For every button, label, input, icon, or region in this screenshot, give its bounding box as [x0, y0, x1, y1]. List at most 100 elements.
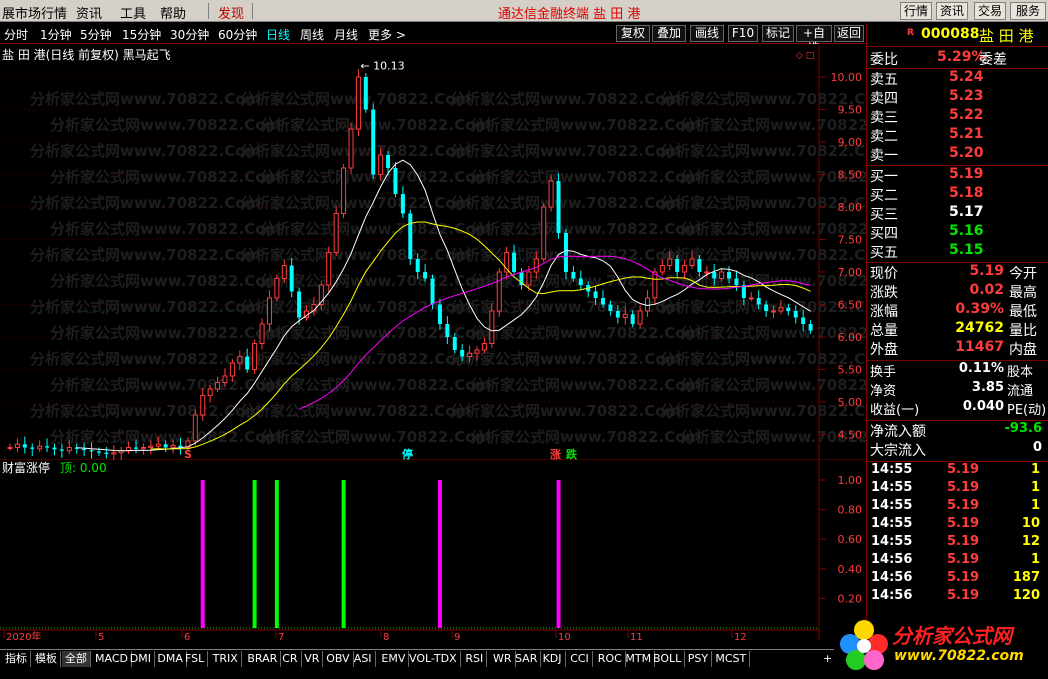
candle-body [237, 356, 243, 364]
adjust-button[interactable]: 复权 [616, 25, 650, 42]
candle-body [430, 278, 435, 305]
tab-fsl[interactable]: FSL [182, 651, 209, 667]
candle-body [452, 337, 457, 350]
tab-cr[interactable]: CR [279, 651, 302, 667]
period-1min[interactable]: 1分钟 [40, 26, 72, 43]
menu-tools[interactable]: 工具 [120, 3, 146, 22]
candle-body [727, 272, 732, 279]
y-tick-label: 8.00 [838, 201, 863, 214]
indicator-chart[interactable]: 1.00 0.80 0.60 0.40 0.20 财富涨停 顶: 0.00 2020年 5… [0, 460, 866, 640]
x-tick-label: 6 [184, 632, 190, 640]
watermark-text: 分析家公式网www.70822.Com [30, 298, 261, 316]
tab-roc[interactable]: ROC [595, 651, 626, 667]
candle-body [148, 445, 154, 449]
period-60min[interactable]: 60分钟 [218, 26, 257, 43]
tab-indicator[interactable]: 指标 [2, 651, 31, 667]
candle-body [207, 388, 213, 396]
tab-cci[interactable]: CCI [567, 651, 593, 667]
tab-boll[interactable]: BOLL [650, 651, 686, 667]
x-tick-label: 11 [630, 632, 643, 640]
tick-time: 14:55 [871, 462, 913, 477]
candle-body [7, 447, 13, 449]
candle-body [415, 259, 420, 272]
period-5min[interactable]: 5分钟 [80, 26, 112, 43]
menu-divider [208, 3, 209, 19]
tab-vr[interactable]: VR [301, 651, 324, 667]
trade-button[interactable]: 交易 [974, 2, 1006, 20]
watermark-text: 分析家公式网www.70822.Com [260, 376, 491, 394]
watermark-text: 分析家公式网www.70822.Com [660, 142, 866, 160]
y-tick-label: 6.50 [838, 299, 863, 312]
watermark-text: 分析家公式网www.70822.Com [470, 272, 701, 290]
candle-body [445, 324, 450, 337]
period-30min[interactable]: 30分钟 [170, 26, 209, 43]
period-15min[interactable]: 15分钟 [122, 26, 161, 43]
candle-body [222, 375, 228, 383]
watermark-text: 分析家公式网www.70822.Com [50, 220, 281, 238]
tab-brar[interactable]: BRAR [244, 651, 282, 667]
tab-mcst[interactable]: MCST [712, 651, 751, 667]
tab-vol-tdx[interactable]: VOL-TDX [406, 651, 461, 667]
period-daily[interactable]: 日线 [266, 26, 290, 43]
draw-line-button[interactable]: 画线 [690, 25, 724, 42]
candle-body [289, 265, 294, 292]
signal-bar [200, 480, 205, 628]
watermark-text: 分析家公式网www.70822.Com [450, 402, 681, 420]
tab-obv[interactable]: OBV [323, 651, 354, 667]
chart-title: 盐 田 港(日线 前复权) 黑马起飞 [2, 48, 171, 62]
watermark-text: 分析家公式网www.70822.Com [30, 246, 261, 264]
candle-body [548, 180, 554, 208]
tab-template[interactable]: 模板 [32, 651, 61, 667]
tab-trix[interactable]: TRIX [210, 651, 242, 667]
candlestick-chart[interactable]: 分析家公式网www.70822.Com 分析家公式网www.70822.Com 分析… [0, 44, 866, 464]
tab-asi[interactable]: ASI [351, 651, 376, 667]
stat-label: 涨幅 [870, 304, 898, 320]
y-tick-label: 9.50 [838, 104, 863, 117]
candle-body [266, 297, 272, 325]
menu-help[interactable]: 帮助 [160, 3, 186, 22]
bid-label: 买二 [870, 188, 898, 204]
tick-price: 5.19 [947, 534, 980, 549]
service-button[interactable]: 服务 [1010, 2, 1046, 20]
add-tab-button[interactable]: + [820, 651, 835, 667]
candle-body [297, 291, 302, 318]
indicator-title: 财富涨停 [2, 460, 50, 475]
tab-rsi[interactable]: RSI [462, 651, 488, 667]
watermark-text: 分析家公式网www.70822.Com [680, 116, 866, 134]
stat-value: 5.19 [969, 263, 1004, 279]
period-monthly[interactable]: 月线 [334, 26, 358, 43]
menu-market[interactable]: 展市场行情 [2, 3, 67, 22]
candle-body [496, 271, 502, 312]
overlay-button[interactable]: 叠加 [652, 25, 686, 42]
candle-body [474, 349, 480, 354]
menu-news[interactable]: 资讯 [76, 3, 102, 22]
period-more[interactable]: 更多 > [368, 26, 406, 43]
stat-value: 0.02 [969, 282, 1004, 298]
quote-button[interactable]: 行情 [900, 2, 932, 20]
tab-kdj[interactable]: KDJ [540, 651, 566, 667]
menu-discover[interactable]: 发现 [218, 3, 244, 22]
mark-button[interactable]: 标记 [762, 25, 794, 42]
tab-psy[interactable]: PSY [685, 651, 713, 667]
news-button[interactable]: 资讯 [936, 2, 968, 20]
candle-body [712, 272, 717, 279]
add-watchlist-button[interactable]: +自选 [796, 25, 832, 55]
tab-all[interactable]: 全部 [62, 651, 91, 667]
tab-sar[interactable]: SAR [512, 651, 542, 667]
bid-price: 5.16 [949, 223, 984, 239]
watermark-text: 分析家公式网www.70822.Com [470, 428, 701, 446]
candle-body [163, 444, 168, 448]
candle-body [526, 271, 532, 286]
period-minute[interactable]: 分时 [4, 26, 28, 43]
stat-label-2: PE(动) [1007, 403, 1047, 418]
tab-dmi[interactable]: DMI [127, 651, 156, 667]
stat-value: 3.85 [971, 380, 1004, 395]
tab-emv[interactable]: EMV [378, 651, 410, 667]
period-weekly[interactable]: 周线 [300, 26, 324, 43]
tick-price: 5.19 [947, 588, 980, 603]
back-button[interactable]: 返回 [834, 25, 864, 42]
ask-price: 5.21 [949, 126, 984, 142]
candle-body [652, 271, 658, 299]
f10-button[interactable]: F10 [728, 25, 758, 42]
tick-time: 14:55 [871, 498, 913, 513]
